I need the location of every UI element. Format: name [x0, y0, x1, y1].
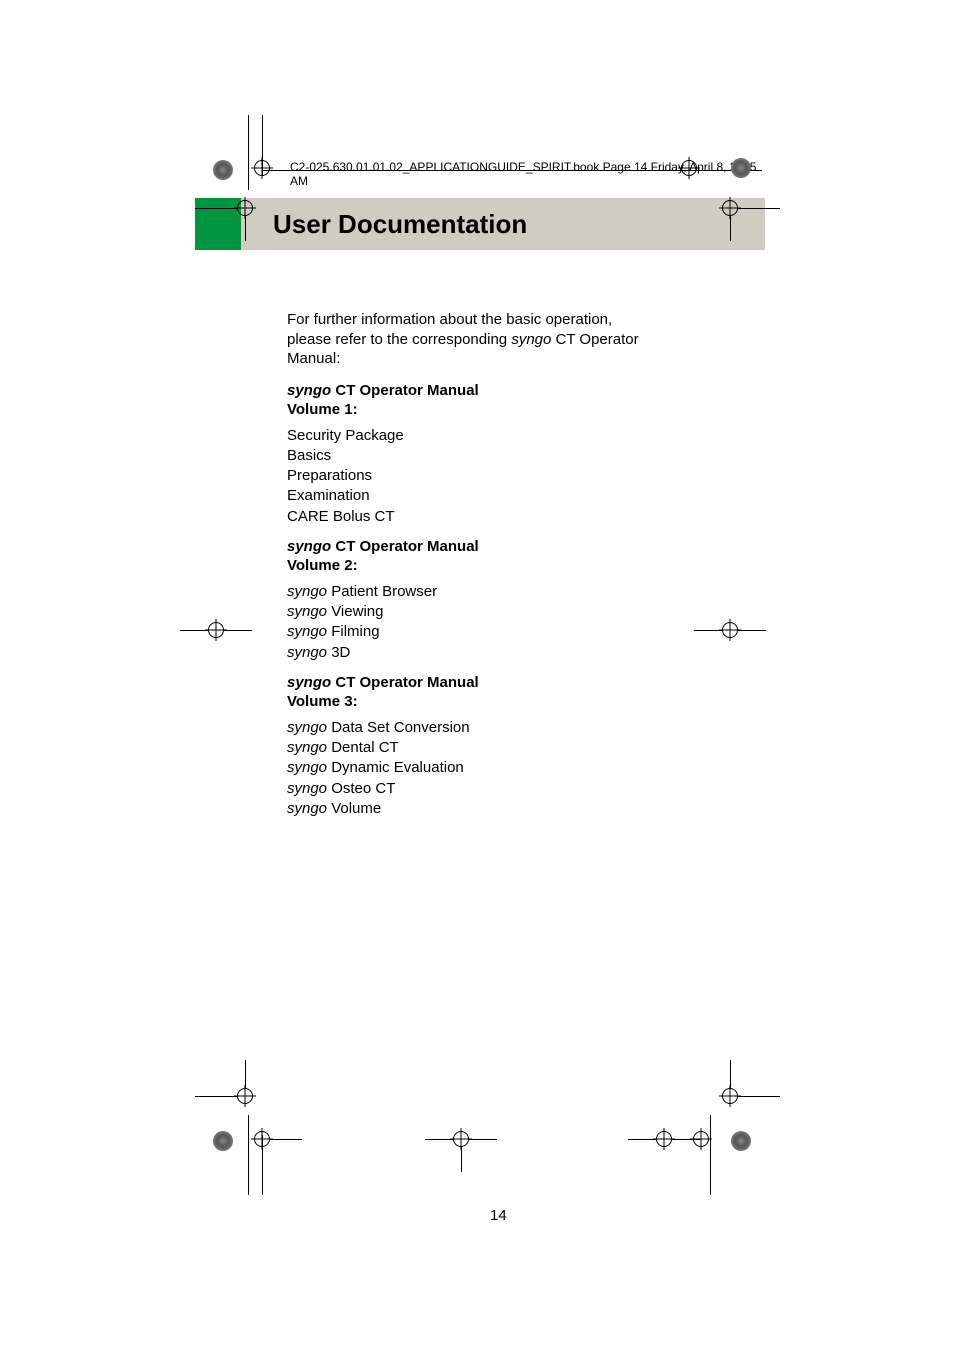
crop-mark-icon	[738, 1096, 780, 1097]
list-item: syngo Data Set Conversion	[287, 718, 765, 738]
crop-mark-icon	[245, 1060, 246, 1088]
registration-mark-icon	[453, 1131, 469, 1147]
registration-mark-icon	[722, 622, 738, 638]
registration-mark-icon	[693, 1131, 709, 1147]
header-filename: C2-025.630.01.01.02_APPLICATIONGUIDE_SPI…	[290, 115, 765, 188]
registration-mark-icon	[722, 1088, 738, 1104]
crop-mark-icon	[248, 115, 249, 190]
crop-mark-icon	[224, 630, 252, 631]
list-item: syngo Patient Browser	[287, 582, 765, 602]
list-item: syngo Osteo CT	[287, 779, 765, 799]
intro-line-2: please refer to the corresponding syngo …	[287, 330, 765, 350]
crop-mark-icon	[738, 208, 780, 209]
list-item: syngo 3D	[287, 643, 765, 663]
crop-mark-icon	[738, 630, 766, 631]
list-item: CARE Bolus CT	[287, 507, 765, 527]
crop-mark-icon	[628, 1139, 656, 1140]
crop-mark-icon	[461, 1147, 462, 1172]
registration-mark-icon	[208, 622, 224, 638]
intro-line-1: For further information about the basic …	[287, 310, 765, 330]
crop-mark-icon	[248, 1115, 249, 1195]
crop-mark-icon	[730, 216, 731, 241]
page-container: C2-025.630.01.01.02_APPLICATIONGUIDE_SPI…	[195, 115, 765, 1195]
volume-1-items: Security Package Basics Preparations Exa…	[287, 426, 765, 527]
crop-mark-icon	[270, 1139, 302, 1140]
list-item: syngo Dental CT	[287, 738, 765, 758]
list-item: Preparations	[287, 466, 765, 486]
crop-mark-icon	[694, 630, 722, 631]
list-item: Security Package	[287, 426, 765, 446]
list-item: syngo Viewing	[287, 602, 765, 622]
crop-mark-icon	[620, 170, 680, 171]
list-item: Examination	[287, 486, 765, 506]
list-item: syngo Volume	[287, 799, 765, 819]
registration-mark-icon	[254, 1131, 270, 1147]
body-content: For further information about the basic …	[287, 310, 765, 819]
crop-mark-icon	[469, 1139, 497, 1140]
crop-mark-icon	[425, 1139, 453, 1140]
crop-mark-icon	[180, 630, 208, 631]
registration-circle-icon	[731, 1131, 751, 1151]
registration-mark-icon	[722, 200, 738, 216]
registration-mark-icon	[237, 200, 253, 216]
registration-mark-icon	[681, 160, 697, 176]
registration-mark-icon	[254, 160, 270, 176]
volume-1-subheading: Volume 1:	[287, 400, 765, 420]
intro-line-3: Manual:	[287, 349, 765, 369]
crop-mark-icon	[195, 208, 237, 209]
list-item: Basics	[287, 446, 765, 466]
page-number: 14	[490, 1207, 507, 1224]
volume-2-section: syngo CT Operator Manual Volume 2: syngo…	[287, 537, 765, 663]
registration-mark-icon	[237, 1088, 253, 1104]
volume-2-subheading: Volume 2:	[287, 556, 765, 576]
registration-circle-icon	[213, 1131, 233, 1151]
registration-circle-icon	[731, 158, 751, 178]
volume-1-heading: syngo CT Operator Manual	[287, 381, 765, 401]
crop-mark-icon	[195, 1096, 237, 1097]
volume-3-subheading: Volume 3:	[287, 692, 765, 712]
volume-3-heading: syngo CT Operator Manual	[287, 673, 765, 693]
volume-3-section: syngo CT Operator Manual Volume 3: syngo…	[287, 673, 765, 819]
list-item: syngo Dynamic Evaluation	[287, 758, 765, 778]
title-area: User Documentation	[241, 198, 765, 250]
volume-3-items: syngo Data Set Conversion syngo Dental C…	[287, 718, 765, 819]
green-accent-block	[195, 198, 241, 250]
page-title: User Documentation	[273, 209, 527, 240]
crop-mark-icon	[730, 1060, 731, 1088]
crop-mark-icon	[710, 1115, 711, 1195]
volume-1-section: syngo CT Operator Manual Volume 1: Secur…	[287, 381, 765, 527]
title-bar: User Documentation	[195, 198, 765, 250]
volume-2-items: syngo Patient Browser syngo Viewing syng…	[287, 582, 765, 663]
intro-paragraph: For further information about the basic …	[287, 310, 765, 369]
registration-circle-icon	[213, 160, 233, 180]
volume-2-heading: syngo CT Operator Manual	[287, 537, 765, 557]
crop-mark-icon	[245, 216, 246, 241]
registration-mark-icon	[656, 1131, 672, 1147]
list-item: syngo Filming	[287, 622, 765, 642]
